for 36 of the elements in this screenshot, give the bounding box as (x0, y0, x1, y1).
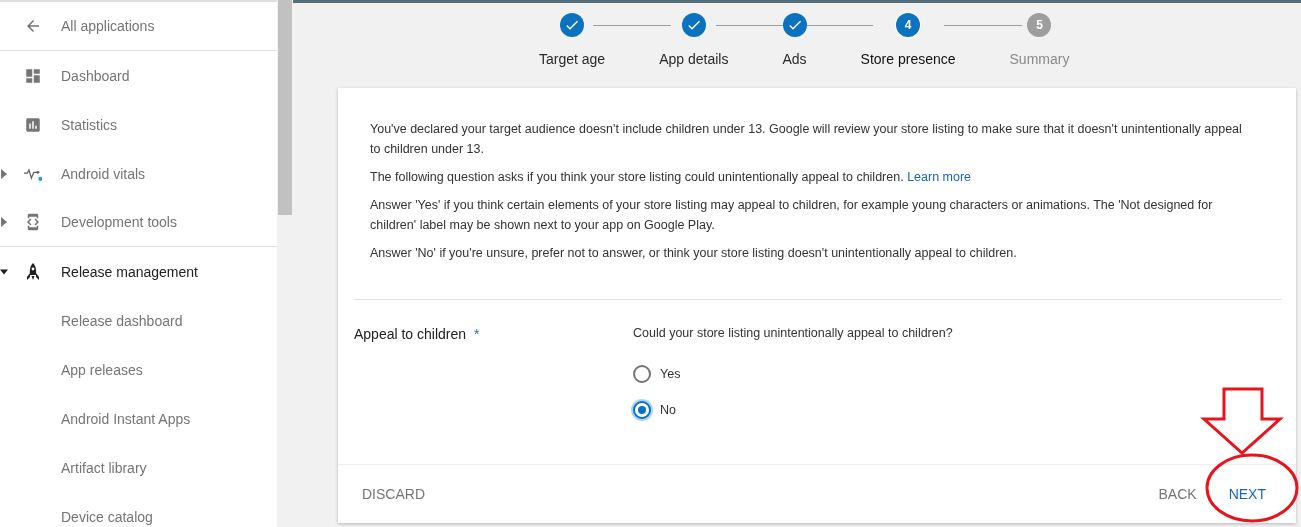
radio-button[interactable] (633, 365, 651, 383)
rocket-icon (26, 262, 40, 281)
code-icon (24, 212, 42, 232)
nav-item[interactable]: All applications (61, 18, 155, 34)
radio-button[interactable] (633, 401, 651, 419)
field-label: Appeal to children (354, 326, 467, 342)
nav-subitem[interactable]: Artifact library (61, 459, 147, 476)
nav-subitem[interactable]: Android Instant Apps (61, 410, 191, 427)
nav-subitem[interactable]: Device catalog (61, 508, 153, 525)
step-label: App details (659, 51, 729, 67)
nav-item[interactable]: Statistics (61, 116, 117, 133)
step-label: Store presence (860, 51, 956, 67)
step-label: Target age (539, 51, 606, 67)
step-label: Ads (782, 51, 807, 67)
nav-subitem[interactable]: Release dashboard (61, 312, 183, 329)
question-text: Could your store listing unintentionally appeal to children? (633, 326, 953, 340)
nav-subitem[interactable]: App releases (61, 361, 143, 378)
required-mark: * (474, 326, 480, 342)
caret-icon[interactable] (0, 268, 8, 275)
step-label: Summary (1009, 51, 1070, 67)
info-paragraph: You've declared your target audience doesn't include children under 13. Google will review your store listing to make sure that it doesn't unintentionally appeal to children under 13. (370, 121, 1242, 158)
info-paragraph: Answer 'Yes' if you think certain elements of your store listing may appeal to children, for example young characters or animations. The 'Not designed for children' label may be shown next to your app on Google Play. (370, 197, 1214, 234)
nav-item[interactable]: Dashboard (61, 67, 130, 84)
step-indicator: 5 (1027, 13, 1052, 37)
step-indicator: 4 (896, 13, 921, 37)
back-button[interactable]: BACK (1150, 478, 1205, 510)
option-label[interactable]: No (660, 403, 676, 417)
nav-item[interactable]: Release management (61, 263, 198, 280)
discard-button[interactable]: DISCARD (354, 478, 433, 510)
option-label[interactable]: Yes (660, 367, 681, 381)
info-paragraph: Answer 'No' if you're unsure, prefer not to answer, or think your store listing doesn't unintentionally appeal to children. (370, 245, 1018, 262)
scrollbar-thumb[interactable] (278, 0, 292, 215)
nav-item[interactable]: Android vitals (61, 165, 146, 182)
nav-item[interactable]: Development tools (61, 214, 177, 230)
info-paragraph: The following question asks if you think your store listing could unintentionally appeal to children. Learn more (370, 169, 973, 186)
learn-more-link[interactable]: Learn more (907, 170, 972, 184)
